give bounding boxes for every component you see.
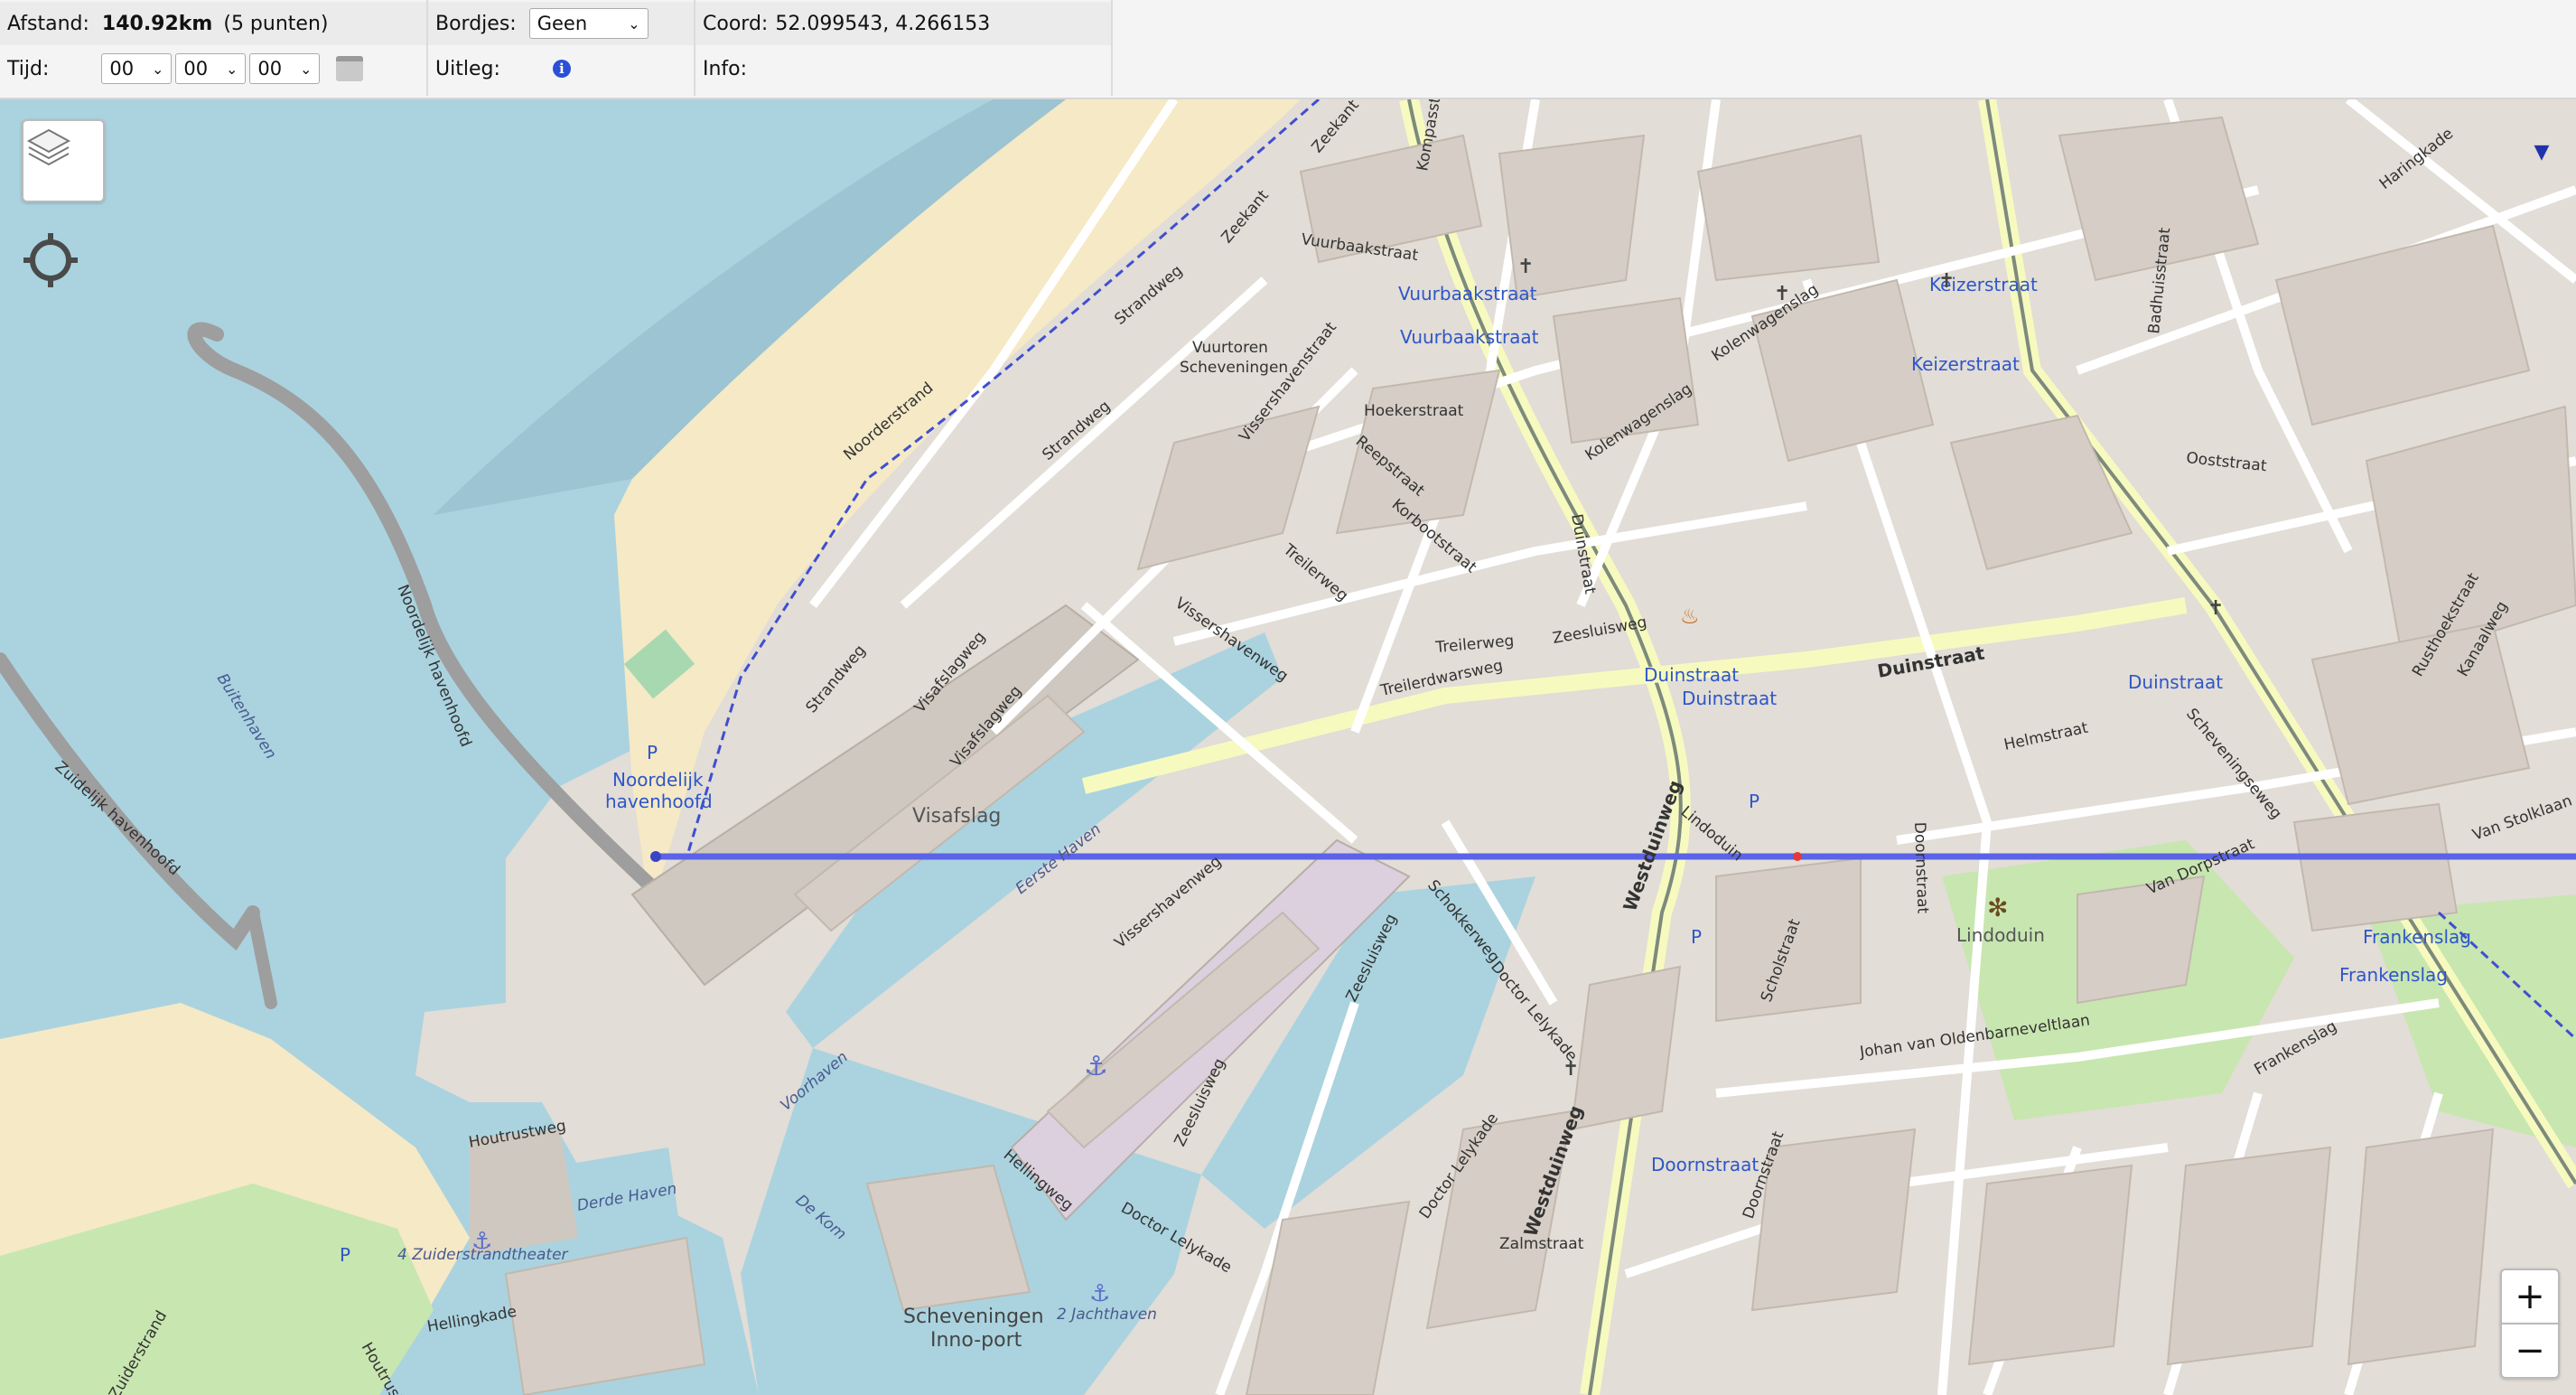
route-marker-point[interactable] — [1793, 852, 1802, 861]
label-visafslag: Visafslag — [912, 805, 1001, 828]
label-doornstraat-street: Doornstraat — [1910, 821, 1932, 913]
label-vuurtoren-scheveningen: Scheveningen — [1180, 359, 1288, 377]
coord-row: Coord: 52.099543, 4.266153 — [695, 2, 1111, 45]
coord-label: Coord: — [703, 12, 769, 35]
label-noordelijk: Noordelijk — [612, 769, 704, 791]
label-vuurbaakstraat-stop-2: Vuurbaakstraat — [1400, 326, 1539, 348]
toolbar: Afstand: 140.92km (5 punten) Tijd: 00 ⌄ 0… — [0, 0, 2576, 99]
info-row: Info: — [695, 47, 1111, 90]
layers-icon — [26, 128, 71, 166]
minutes-select[interactable]: 00 ⌄ — [175, 53, 247, 84]
hours-value: 00 — [109, 58, 135, 80]
zoom-out-icon[interactable]: − — [2500, 1323, 2560, 1379]
coord-value: 52.099543, 4.266153 — [775, 12, 991, 35]
label-frankenslag-stop-1: Frankenslag — [2363, 926, 2471, 948]
map-base: Noorderstrand Strandweg Strandweg Strand… — [0, 99, 2576, 1395]
legend-label: Uitleg: — [435, 57, 500, 80]
church-icon: ✝ — [2207, 597, 2224, 620]
label-lindoduin-park: Lindoduin — [1956, 924, 2045, 946]
distance-time-panel: Afstand: 140.92km (5 punten) Tijd: 00 ⌄ 0… — [0, 0, 428, 96]
label-parking-3: P — [1691, 926, 1702, 948]
route-start-point[interactable] — [650, 851, 661, 862]
legend-row: Uitleg: i — [428, 47, 694, 90]
label-doornstraat-stop: Doornstraat — [1651, 1154, 1759, 1175]
chevron-down-icon: ⌄ — [299, 60, 313, 78]
distance-value: 140.92km — [101, 12, 213, 35]
coord-panel: Coord: 52.099543, 4.266153 Info: — [695, 0, 1113, 96]
label-vuurtoren: Vuurtoren — [1192, 339, 1268, 357]
calendar-icon[interactable] — [336, 56, 364, 81]
time-row: Tijd: 00 ⌄ 00 ⌄ 00 ⌄ — [0, 47, 426, 90]
fire-station-icon: ♨ — [1680, 604, 1700, 629]
label-vuurbaakstraat-stop-1: Vuurbaakstraat — [1398, 283, 1537, 304]
flower-icon: ✻ — [1987, 893, 2008, 922]
signs-select[interactable]: Geen ⌄ — [528, 8, 649, 39]
map-canvas[interactable]: Noorderstrand Strandweg Strandweg Strand… — [0, 99, 2576, 1395]
label-parking-2: P — [1749, 791, 1759, 812]
label-inno-port-2: Inno-port — [930, 1329, 1022, 1352]
label-duinstraat-stop-1: Duinstraat — [1644, 664, 1739, 686]
info-icon[interactable]: i — [552, 60, 571, 78]
chevron-down-icon: ⌄ — [225, 60, 238, 78]
time-label: Tijd: — [7, 57, 50, 80]
signs-panel: Bordjes: Geen ⌄ Uitleg: i — [428, 0, 695, 96]
info-label: Info: — [703, 57, 748, 80]
label-havenhoofd: havenhoofd — [605, 791, 713, 812]
label-zalmstraat: Zalmstraat — [1499, 1235, 1584, 1253]
label-frankenslag-stop-2: Frankenslag — [2339, 964, 2448, 986]
chevron-down-icon: ⌄ — [151, 60, 164, 78]
church-icon: ✝ — [1938, 270, 1955, 293]
signs-row: Bordjes: Geen ⌄ — [428, 2, 694, 45]
minutes-value: 00 — [183, 58, 209, 80]
chevron-down-icon: ⌄ — [628, 14, 640, 33]
layers-control[interactable] — [22, 119, 105, 202]
seconds-value: 00 — [257, 58, 283, 80]
label-keizerstraat-2: Keizerstraat — [1911, 353, 2020, 375]
label-duinstraat-stop-3: Duinstraat — [2128, 671, 2223, 693]
distance-points: (5 punten) — [223, 12, 329, 35]
hours-select[interactable]: 00 ⌄ — [101, 53, 173, 84]
distance-row: Afstand: 140.92km (5 punten) — [0, 2, 426, 45]
distance-label: Afstand: — [7, 12, 89, 35]
minimap-toggle-icon[interactable]: ▼ — [2525, 136, 2558, 168]
signs-value: Geen — [537, 13, 588, 34]
label-duinstraat-stop-2: Duinstraat — [1682, 688, 1777, 709]
anchor-icon: ⚓ — [1084, 1051, 1108, 1082]
locate-button[interactable] — [22, 231, 79, 289]
anchor-icon: ⚓ — [471, 1228, 492, 1255]
label-jachthaven: 2 Jachthaven — [1057, 1306, 1157, 1324]
church-icon: ✝ — [1517, 256, 1534, 278]
signs-label: Bordjes: — [435, 12, 517, 35]
church-icon: ✝ — [1774, 283, 1790, 305]
zoom-in-icon[interactable]: + — [2500, 1269, 2560, 1325]
anchor-icon: ⚓ — [1089, 1280, 1110, 1307]
label-parking-1: P — [647, 742, 658, 763]
seconds-select[interactable]: 00 ⌄ — [249, 53, 321, 84]
label-inno-port-1: Scheveningen — [903, 1306, 1044, 1328]
label-parking-4: P — [340, 1244, 350, 1266]
label-hoekerstraat: Hoekerstraat — [1364, 402, 1464, 420]
church-icon: ✝ — [1563, 1058, 1579, 1081]
locate-icon — [23, 233, 78, 287]
